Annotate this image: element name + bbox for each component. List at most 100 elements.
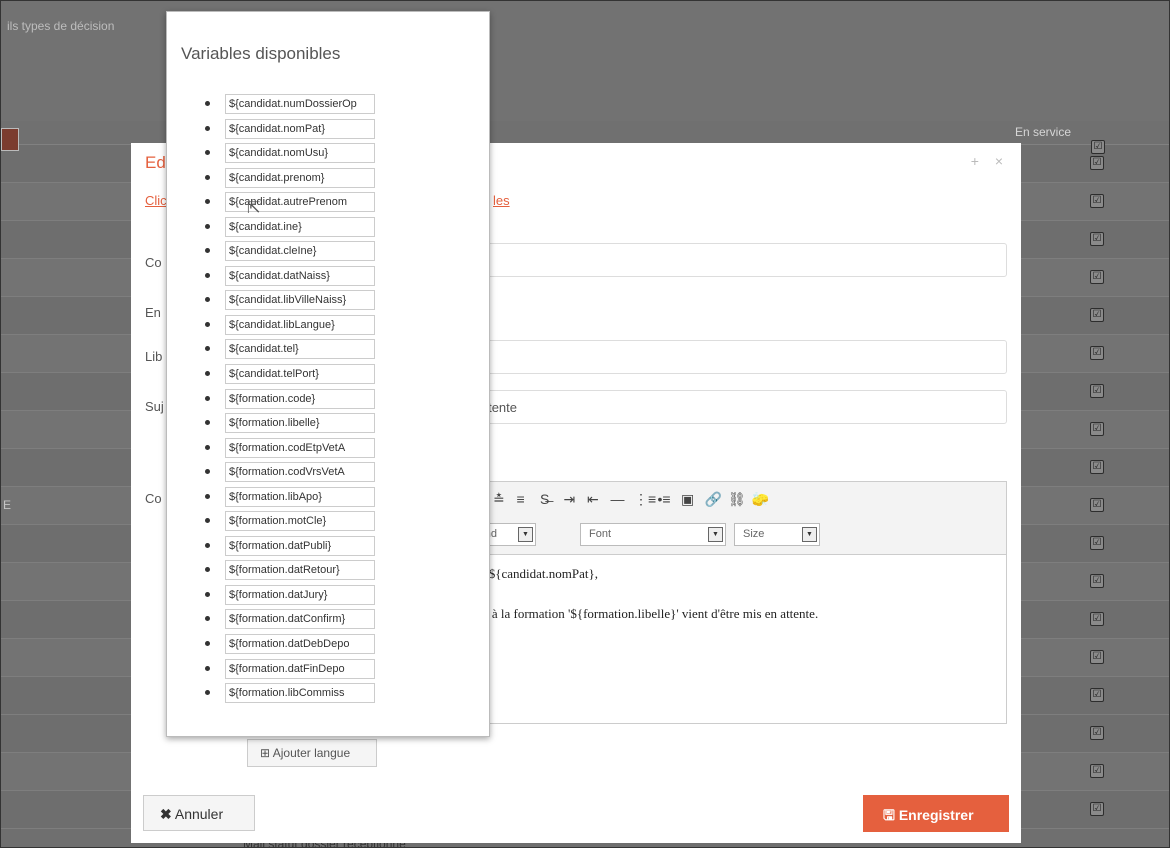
bullet-icon — [205, 567, 210, 573]
editor-content-line-2: didature à la formation '${formation.lib… — [446, 606, 819, 621]
horizontal-rule-icon[interactable]: — — [611, 491, 625, 507]
variables-popup: Variables disponibles ${candidat.numDoss… — [166, 11, 490, 737]
checkbox-icon: ☑ — [1090, 536, 1104, 550]
add-language-button[interactable]: ⊞ Ajouter langue — [247, 739, 377, 767]
variables-popup-title: Variables disponibles — [181, 44, 341, 63]
variable-field[interactable]: ${formation.libApo} — [225, 486, 375, 507]
variable-field[interactable]: ${formation.datDebDepo — [225, 634, 375, 655]
bullet-icon — [205, 395, 210, 401]
bullet-icon — [205, 420, 210, 426]
align-center-icon[interactable]: ≛ — [493, 491, 505, 508]
checkbox-icon: ☑ — [1090, 574, 1104, 588]
outdent-icon[interactable]: ⇤ — [587, 491, 599, 508]
cancel-button-label: Annuler — [174, 806, 224, 822]
close-icon: ✖ — [160, 806, 172, 822]
checkbox-icon: ☑ — [1090, 270, 1104, 284]
cancel-button[interactable]: ✖ Annuler — [143, 795, 255, 831]
rich-text-editor[interactable]: x²≣≛≡S̶⇥⇤—⋮≡•≡▣🔗⛓🧽 reground ▼ Font ▼ Siz… — [444, 481, 1007, 724]
variable-field[interactable]: ${formation.codVrsVetA — [225, 462, 375, 483]
variable-field[interactable]: ${candidat.tel} — [225, 339, 375, 360]
bullet-icon — [205, 101, 210, 106]
bullet-icon — [205, 690, 210, 696]
variable-field[interactable]: ${formation.libelle} — [225, 413, 375, 434]
variable-field[interactable]: ${formation.datPubli} — [225, 535, 375, 556]
bullet-icon — [205, 248, 210, 254]
bullet-icon — [205, 371, 210, 377]
checkbox-icon: ☑ — [1091, 140, 1105, 154]
variable-field[interactable]: ${formation.datRetour} — [225, 560, 375, 581]
chevron-down-icon: ▼ — [708, 527, 723, 542]
bullet-icon — [205, 641, 210, 647]
unordered-list-icon[interactable]: •≡ — [658, 491, 671, 507]
bullet-icon — [205, 321, 210, 327]
variable-field[interactable]: ${formation.datConfirm} — [225, 609, 375, 630]
checkbox-icon: ☑ — [1090, 802, 1104, 816]
plus-square-icon: ⊞ — [260, 746, 271, 760]
chevron-down-icon: ▼ — [518, 527, 533, 542]
variable-field[interactable]: ${formation.motCle} — [225, 511, 375, 532]
code-input[interactable] — [451, 243, 1007, 277]
save-button[interactable]: 🖫 Enregistrer — [863, 795, 1009, 832]
bullet-icon — [205, 469, 210, 475]
mouse-cursor-icon: ⇱ — [247, 200, 261, 217]
libelle-input[interactable] — [451, 340, 1007, 374]
variable-field[interactable]: ${candidat.cleIne} — [225, 241, 375, 262]
code-label: Co — [145, 255, 162, 270]
checkbox-icon: ☑ — [1090, 232, 1104, 246]
variable-field[interactable]: ${candidat.datNaiss} — [225, 265, 375, 286]
ordered-list-icon[interactable]: ⋮≡ — [634, 491, 656, 508]
checkbox-icon: ☑ — [1090, 156, 1104, 170]
variable-field[interactable]: ${formation.libCommiss — [225, 683, 375, 704]
font-select-label: Font — [589, 528, 612, 540]
help-link[interactable]: Clic — [145, 193, 167, 208]
variable-field[interactable]: ${candidat.libVilleNaiss} — [225, 290, 375, 311]
background-row-letter: E — [3, 498, 12, 512]
save-icon: 🖫 — [883, 807, 895, 823]
eraser-icon[interactable]: 🧽 — [752, 491, 769, 508]
sujet-label: Suj — [145, 399, 164, 414]
size-select[interactable]: Size ▼ — [734, 523, 820, 546]
bullet-icon — [205, 616, 210, 622]
variable-field[interactable]: ${formation.code} — [225, 388, 375, 409]
font-select[interactable]: Font ▼ — [580, 523, 726, 546]
help-link-end[interactable]: les — [493, 193, 510, 208]
bullet-icon — [205, 444, 210, 450]
align-right-icon[interactable]: ≡ — [517, 491, 525, 507]
checkbox-icon: ☑ — [1090, 726, 1104, 740]
chevron-down-icon: ▼ — [802, 527, 817, 542]
modal-window-controls[interactable]: + × — [971, 153, 1009, 169]
column-header-en-service: En service — [1015, 125, 1072, 139]
add-language-label: Ajouter langue — [272, 746, 351, 760]
variable-field[interactable]: ${candidat.telPort} — [225, 364, 375, 385]
bullet-icon — [205, 199, 210, 205]
background-table-row: ☑ — [1, 128, 1105, 154]
checkbox-icon: ☑ — [1090, 194, 1104, 208]
modal-title: Ed — [145, 153, 166, 172]
enabled-label: En — [145, 305, 161, 320]
checkbox-icon: ☑ — [1090, 498, 1104, 512]
bullet-icon — [205, 125, 210, 131]
bullet-icon — [205, 272, 210, 278]
unlink-icon[interactable]: ⛓ — [728, 491, 746, 508]
image-icon[interactable]: ▣ — [681, 491, 694, 508]
checkbox-icon: ☑ — [1090, 764, 1104, 778]
checkbox-icon: ☑ — [1090, 346, 1104, 360]
variable-field[interactable]: ${candidat.numDossierOp — [225, 94, 375, 114]
strikethrough-icon[interactable]: S̶ — [540, 491, 549, 507]
variable-field[interactable]: ${candidat.nomPat} — [225, 118, 375, 139]
variable-field[interactable]: ${candidat.ine} — [225, 216, 375, 237]
link-icon[interactable]: 🔗 — [705, 491, 722, 508]
indent-icon[interactable]: ⇥ — [564, 491, 576, 508]
checkbox-icon: ☑ — [1090, 308, 1104, 322]
variable-field[interactable]: ${formation.datJury} — [225, 584, 375, 605]
editor-toolbar-styles: reground ▼ Font ▼ Size ▼ — [444, 516, 1006, 555]
variable-field[interactable]: ${formation.codEtpVetA — [225, 437, 375, 458]
size-select-label: Size — [743, 528, 765, 540]
variable-field[interactable]: ${formation.datFinDepo — [225, 658, 375, 679]
variable-field[interactable]: ${candidat.prenom} — [225, 167, 375, 188]
variable-field[interactable]: ${candidat.libLangue} — [225, 314, 375, 335]
sujet-input[interactable]: er en attente — [444, 390, 1007, 424]
editor-toolbar-formatting: x²≣≛≡S̶⇥⇤—⋮≡•≡▣🔗⛓🧽 — [446, 482, 1006, 517]
variable-field[interactable]: ${candidat.nomUsu} — [225, 143, 375, 164]
save-button-label: Enregistrer — [898, 807, 974, 823]
